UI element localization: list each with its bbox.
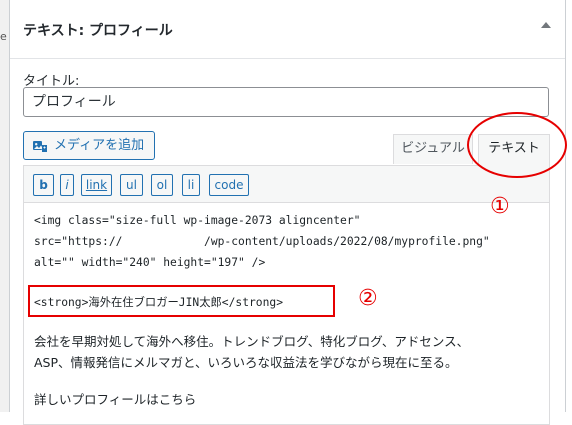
quicktag-link-button[interactable]: link	[81, 174, 112, 196]
widget-header[interactable]: テキスト: プロフィール	[10, 0, 565, 59]
quicktag-li-button[interactable]: li	[182, 174, 200, 196]
editor-line: 詳しいプロフィールはこちら	[34, 392, 197, 407]
annotation-highlight-box	[28, 285, 335, 317]
quicktags-toolbar: b i link ul ol li code	[24, 166, 549, 203]
sidebar-edge-letter: e	[0, 30, 7, 43]
editor-line: 会社を早期対処して海外へ移住。トレンドブログ、特化ブログ、アドセンス、	[34, 334, 470, 349]
editor-line: src="https:// /wp-content/uploads/2022/0…	[34, 235, 490, 248]
title-input[interactable]: プロフィール	[23, 87, 549, 117]
media-add-icon	[33, 141, 47, 152]
tab-text[interactable]: テキスト	[478, 134, 550, 166]
quicktag-bold-button[interactable]: b	[33, 174, 54, 196]
annotation-number-1: ①	[490, 194, 510, 219]
sidebar-edge: e	[0, 0, 9, 412]
editor-line: <img class="size-full wp-image-2073 alig…	[34, 214, 361, 227]
editor-line: ASP、情報発信にメルマガと、いろいろな収益法を学びながら現在に至る。	[34, 355, 458, 370]
triangle-up-icon[interactable]	[541, 22, 551, 28]
widget-title: テキスト: プロフィール	[23, 23, 173, 39]
tab-visual[interactable]: ビジュアル	[393, 134, 473, 164]
add-media-button[interactable]: メディアを追加	[23, 131, 155, 160]
quicktag-ol-button[interactable]: ol	[151, 174, 173, 196]
quicktag-italic-button[interactable]: i	[60, 174, 74, 196]
annotation-number-2: ②	[358, 286, 378, 311]
quicktag-ul-button[interactable]: ul	[120, 174, 143, 196]
editor-line: alt="" width="240" height="197" />	[34, 256, 266, 269]
add-media-label: メディアを追加	[54, 138, 145, 153]
quicktag-code-button[interactable]: code	[209, 174, 249, 196]
